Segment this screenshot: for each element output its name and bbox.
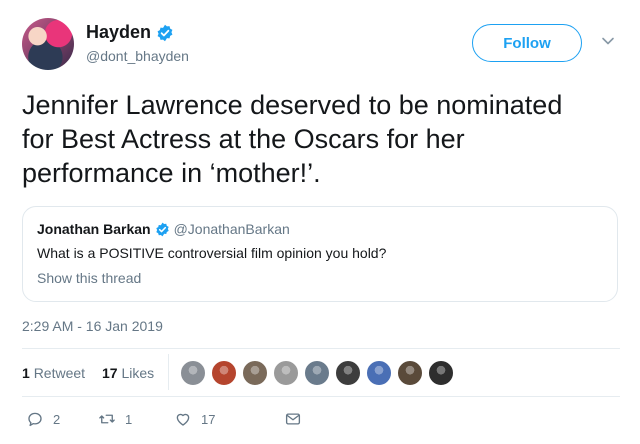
tweet-text-line: Jennifer Lawrence deserved to be nominat… bbox=[22, 90, 563, 120]
retweet-label: Retweet bbox=[33, 365, 86, 381]
tweet-timestamp[interactable]: 2:29 AM - 16 Jan 2019 bbox=[22, 318, 163, 334]
follow-button[interactable]: Follow bbox=[472, 24, 582, 62]
quoted-tweet-text: What is a POSITIVE controversial film op… bbox=[37, 245, 387, 261]
author-handle[interactable]: @dont_bhayden bbox=[86, 48, 189, 64]
likes-label: Likes bbox=[121, 365, 155, 381]
author-display-name[interactable]: Hayden bbox=[86, 22, 151, 43]
tweet-stats: 1 Retweet 17 Likes bbox=[22, 348, 620, 396]
reply-button[interactable]: 2 bbox=[26, 410, 60, 428]
tweet-text: Jennifer Lawrence deserved to be nominat… bbox=[22, 88, 622, 190]
liker-avatar[interactable] bbox=[304, 360, 330, 386]
likes-stat[interactable]: 17 Likes bbox=[102, 365, 154, 381]
direct-message-button[interactable] bbox=[284, 410, 302, 428]
reply-icon bbox=[28, 412, 42, 427]
liker-avatar[interactable] bbox=[180, 360, 206, 386]
retweet-icon bbox=[99, 414, 115, 424]
liker-avatar[interactable] bbox=[242, 360, 268, 386]
quoted-tweet-card[interactable]: Jonathan Barkan @JonathanBarkan What is … bbox=[22, 206, 618, 302]
likes-count: 17 bbox=[102, 365, 118, 381]
retweet-stat[interactable]: 1 Retweet bbox=[22, 365, 85, 381]
retweet-button[interactable]: 1 bbox=[98, 410, 132, 428]
like-action-count: 17 bbox=[201, 411, 216, 427]
retweet-count: 1 bbox=[22, 365, 30, 381]
author-avatar[interactable] bbox=[22, 18, 74, 70]
like-button[interactable]: 17 bbox=[174, 410, 215, 428]
divider bbox=[22, 396, 620, 397]
tweet-header: Hayden @dont_bhayden Follow bbox=[22, 18, 622, 74]
stats-separator bbox=[168, 354, 169, 390]
envelope-icon bbox=[285, 413, 301, 425]
tweet-text-line: performance in ‘mother!’. bbox=[22, 158, 321, 188]
liker-avatars bbox=[180, 360, 459, 386]
heart-icon bbox=[176, 413, 190, 426]
quoted-author-name: Jonathan Barkan bbox=[37, 221, 151, 237]
liker-avatar[interactable] bbox=[366, 360, 392, 386]
quoted-tweet-header: Jonathan Barkan @JonathanBarkan bbox=[37, 221, 290, 237]
verified-badge-icon bbox=[157, 24, 173, 41]
liker-avatar[interactable] bbox=[428, 360, 454, 386]
reply-count: 2 bbox=[53, 411, 61, 427]
verified-badge-icon bbox=[155, 222, 169, 236]
quoted-author-handle: @JonathanBarkan bbox=[173, 221, 290, 237]
liker-avatar[interactable] bbox=[335, 360, 361, 386]
author-name-row: Hayden bbox=[86, 22, 174, 43]
liker-avatar[interactable] bbox=[397, 360, 423, 386]
show-thread-link[interactable]: Show this thread bbox=[37, 270, 141, 286]
chevron-down-icon[interactable] bbox=[601, 34, 615, 48]
retweet-action-count: 1 bbox=[125, 411, 133, 427]
tweet-actions: 2 1 17 bbox=[26, 410, 326, 434]
tweet-text-line: for Best Actress at the Oscars for her bbox=[22, 124, 465, 154]
liker-avatar[interactable] bbox=[273, 360, 299, 386]
liker-avatar[interactable] bbox=[211, 360, 237, 386]
